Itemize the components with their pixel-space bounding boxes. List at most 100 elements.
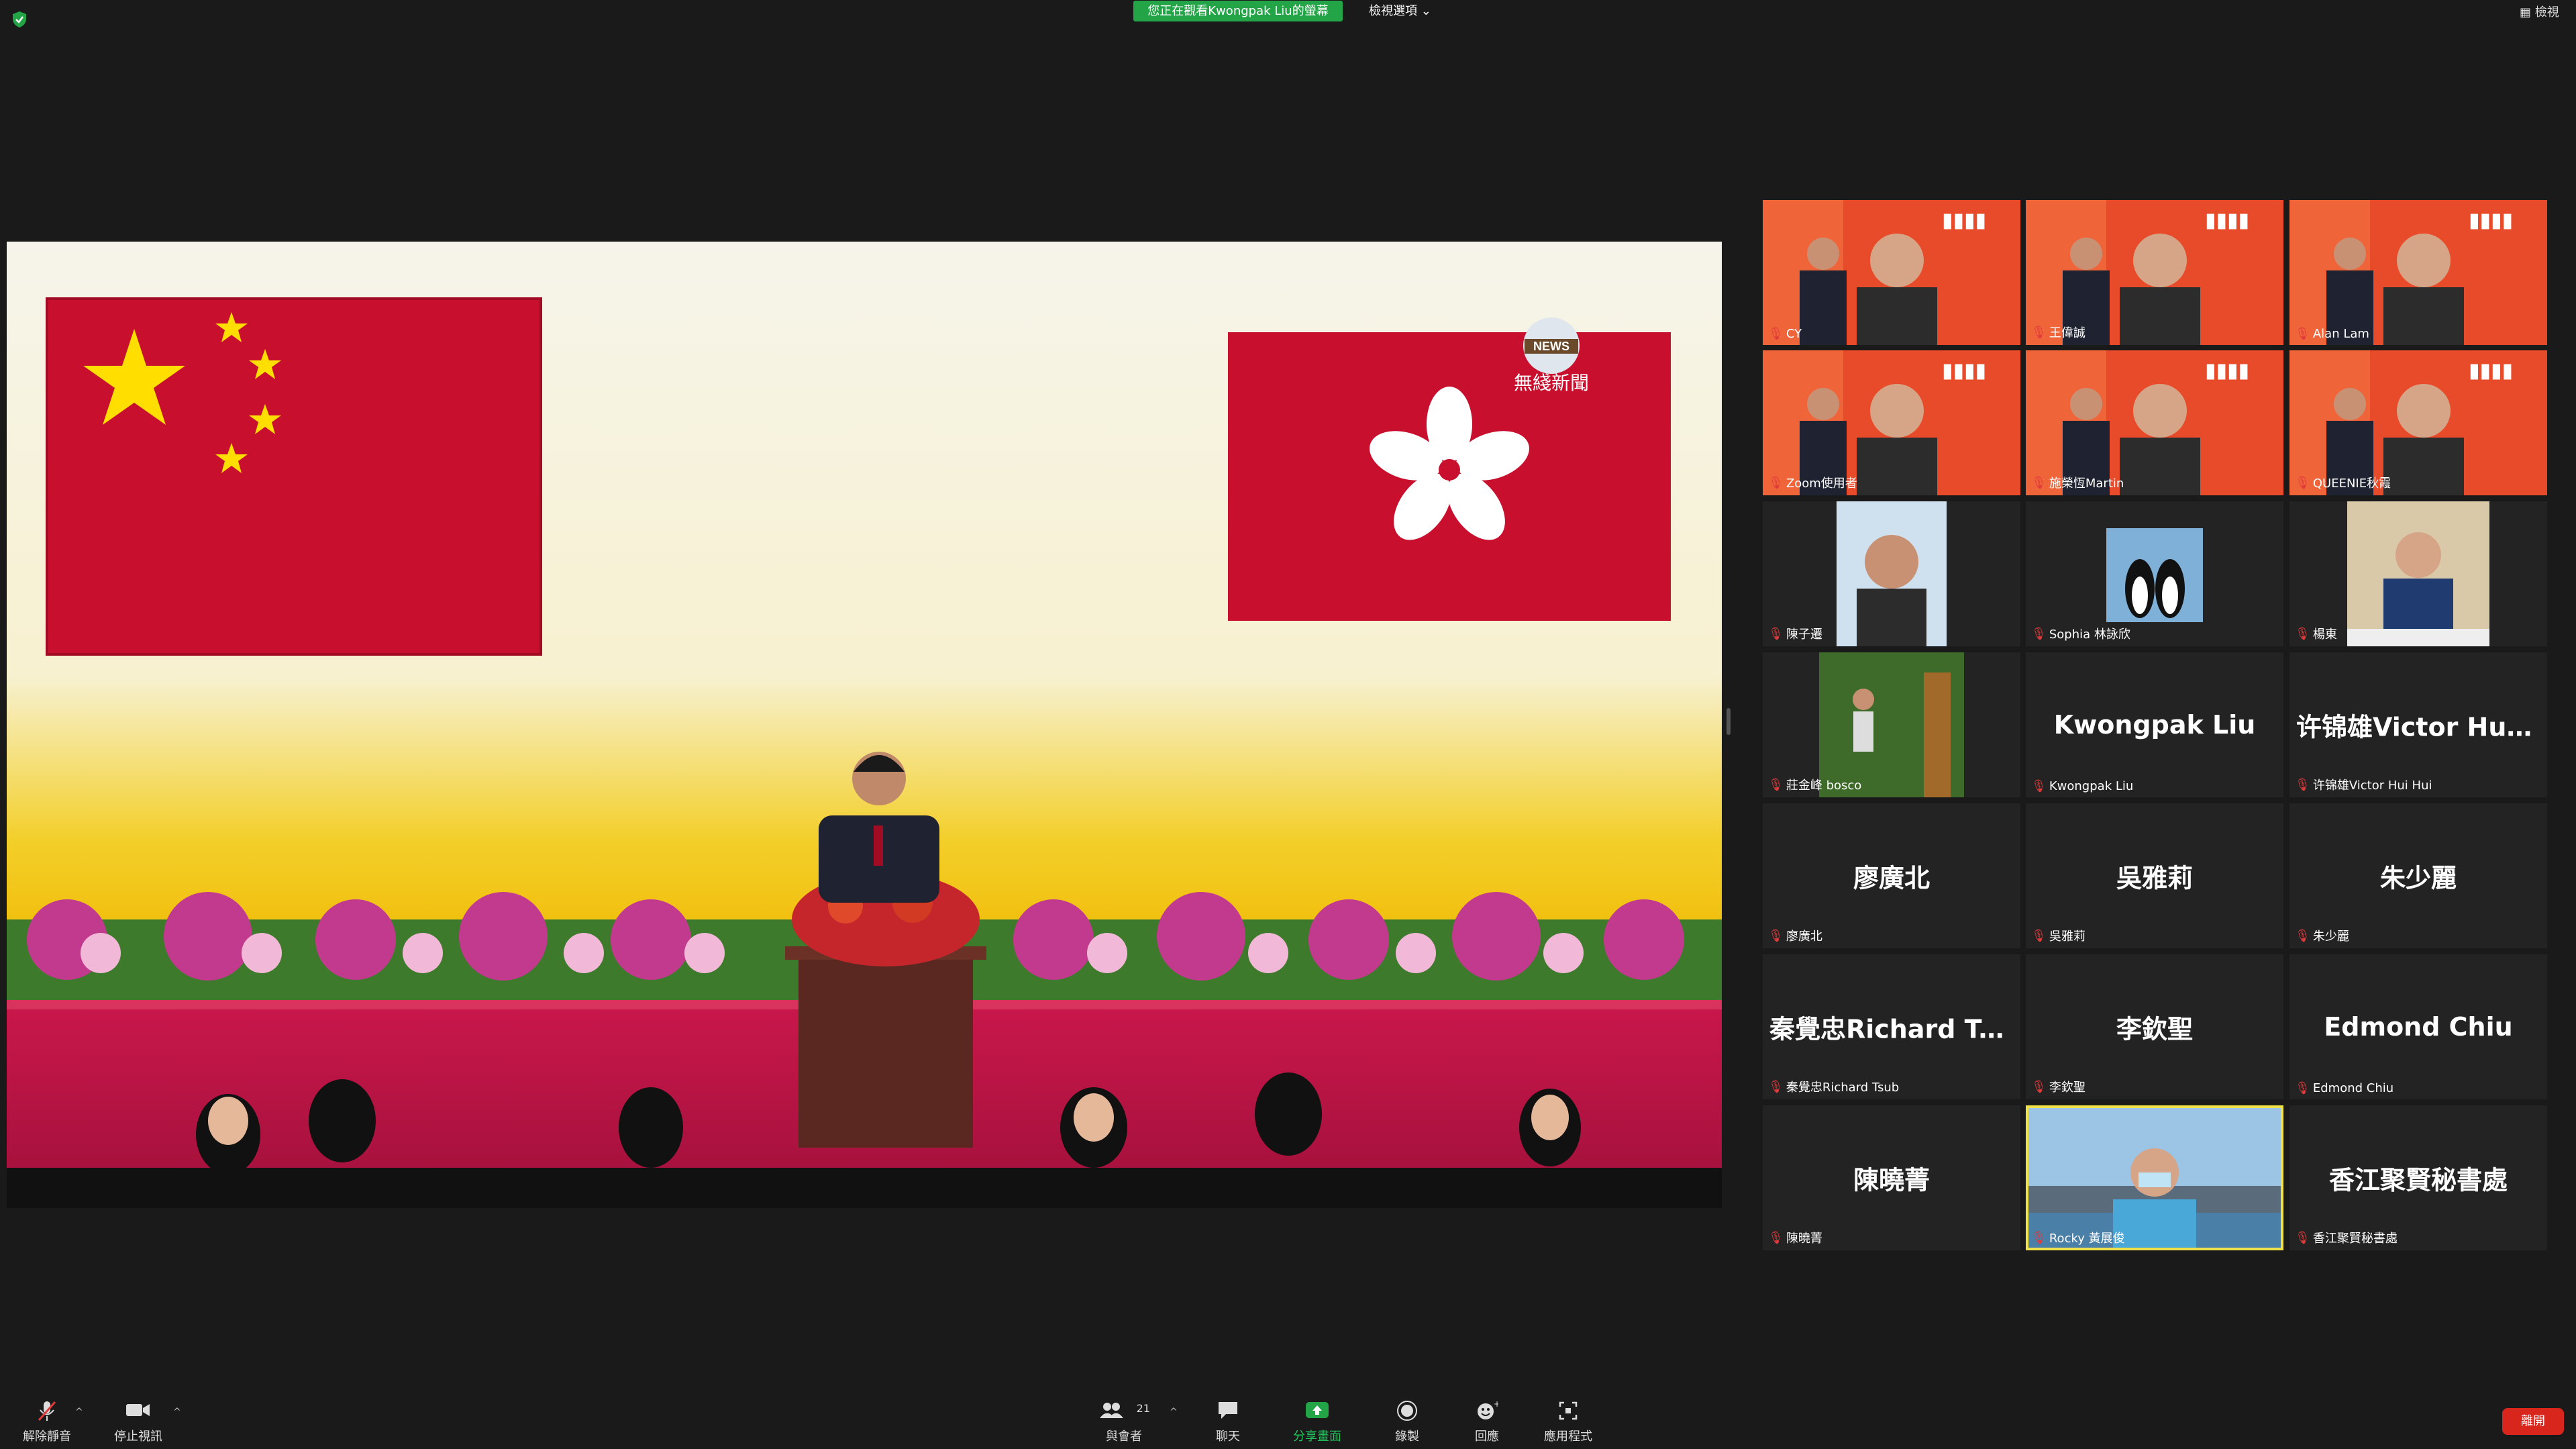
panel-resize-handle[interactable] [1727,708,1731,735]
participant-display-name: Edmond Chiu [2324,1012,2513,1042]
participant-name-label: 🎙 王偉誠 [2031,323,2085,341]
participant-name-text: Rocky 黃展俊 [2049,1232,2125,1246]
share-screen-button[interactable]: 分享畫面 [1287,1400,1347,1444]
participant-tile[interactable]: ▮▮▮▮ 🎙 Zoom使用者 [1763,350,2020,495]
news-logo-text: NEWS [1533,340,1569,353]
svg-text:▮▮▮▮: ▮▮▮▮ [2469,209,2513,232]
participant-name-text: 陳曉菁 [1786,1232,1822,1246]
participant-video: ▮▮▮▮ [1763,200,2020,345]
participant-tile[interactable]: 🎙 陳子遷 [1763,501,2020,646]
participant-name-label: 🎙 Alan Lam [2295,327,2369,341]
participant-name-label: 🎙 Kwongpak Liu [2031,779,2133,793]
participant-name-text: Edmond Chiu [2312,1081,2394,1095]
participant-tile[interactable]: 吳雅莉 🎙 吳雅莉 [2026,803,2283,948]
participant-tile[interactable]: 朱少麗 🎙 朱少麗 [2289,803,2547,948]
muted-mic-icon: 🎙 [1768,928,1784,943]
view-button-label: 檢視 [2534,5,2559,19]
participant-name-text: 王偉誠 [2049,326,2085,340]
participant-tile[interactable]: 李欽聖 🎙 李欽聖 [2026,954,2283,1099]
leave-meeting-button[interactable]: 離開 [2502,1408,2564,1435]
video-options-caret[interactable]: ^ [173,1407,181,1417]
participant-tile[interactable]: ▮▮▮▮ 🎙 Alan Lam [2289,200,2547,345]
participant-tile[interactable]: 🎙 莊金峰 bosco [1763,652,2020,797]
audio-options-caret[interactable]: ^ [75,1407,83,1417]
participant-name-label: 🎙 CY [1768,327,1802,341]
participant-display-name: 陳曉菁 [1853,1165,1930,1195]
record-icon [1380,1400,1434,1427]
unmute-label: 解除靜音 [23,1430,71,1444]
unmute-button[interactable]: 解除靜音 [19,1400,75,1444]
participant-name-text: 秦覺忠Richard Tsub [1786,1081,1900,1095]
participant-name-text: Alan Lam [2312,327,2369,341]
shared-screen-video: NEWS 無綫新聞 [7,242,1722,1208]
apps-button[interactable]: 應用程式 [1535,1400,1602,1444]
shared-screen: NEWS 無綫新聞 [7,242,1722,1208]
participant-tile[interactable]: 许锦雄Victor Hui... 🎙 许锦雄Victor Hui Hui [2289,652,2547,797]
participant-tile[interactable]: 🎙 Sophia 林詠欣 [2026,501,2283,646]
participant-name-text: 施榮恆Martin [2049,477,2124,491]
participant-name-text: Sophia 林詠欣 [2049,628,2130,642]
chat-label: 聊天 [1216,1430,1240,1444]
participant-tile[interactable]: 🎙 楊東 [2289,501,2547,646]
muted-mic-icon: 🎙 [2295,475,2310,490]
reactions-button[interactable]: + 回應 [1460,1399,1514,1444]
chat-button[interactable]: 聊天 [1201,1400,1255,1444]
participant-name-label: 🎙 香江聚賢秘書處 [2295,1229,2398,1246]
participant-tile[interactable]: 廖廣北 🎙 廖廣北 [1763,803,2020,948]
participant-tile[interactable]: 陳曉菁 🎙 陳曉菁 [1763,1105,2020,1250]
participant-name-label: 🎙 秦覺忠Richard Tsub [1768,1078,1899,1095]
participant-name-text: 李欽聖 [2049,1081,2085,1095]
participants-label: 與會者 [1106,1430,1142,1444]
participant-name-text: Zoom使用者 [1786,477,1857,491]
security-shield-icon[interactable] [12,11,27,28]
top-bar: 您正在觀看Kwongpak Liu的螢幕 檢視選項 ⌄ ▦ 檢視 [0,0,2576,28]
muted-mic-icon: 🎙 [2295,1081,2310,1095]
view-button[interactable]: ▦ 檢視 [2520,4,2559,21]
participant-name-text: Kwongpak Liu [2049,779,2134,793]
participant-name-label: 🎙 廖廣北 [1768,927,1822,944]
participants-options-caret[interactable]: ^ [1170,1407,1178,1417]
stop-video-button[interactable]: 停止視訊 [110,1400,166,1444]
participant-tile[interactable]: 🎙 Rocky 黃展俊 [2026,1105,2283,1250]
participant-name-text: 陳子遷 [1786,628,1822,642]
participant-display-name: 朱少麗 [2379,863,2457,893]
participant-tile[interactable]: ▮▮▮▮ 🎙 王偉誠 [2026,200,2283,345]
participant-name-label: 🎙 陳曉菁 [1768,1229,1822,1246]
participant-tile[interactable]: Edmond Chiu 🎙 Edmond Chiu [2289,954,2547,1099]
muted-mic-icon: 🎙 [1768,327,1784,341]
participant-tile[interactable]: ▮▮▮▮ 🎙 QUEENIE秋霞 [2289,350,2547,495]
reactions-label: 回應 [1475,1430,1499,1444]
grid-view-icon: ▦ [2520,5,2535,19]
participant-display-name: 李欽聖 [2116,1014,2193,1044]
muted-mic-icon: 🎙 [2295,777,2310,792]
svg-text:▮▮▮▮: ▮▮▮▮ [1942,209,1986,232]
participant-video: ▮▮▮▮ [2289,200,2547,345]
svg-text:▮▮▮▮: ▮▮▮▮ [2205,359,2249,383]
participant-display-name: 廖廣北 [1853,863,1930,893]
participant-name-label: 🎙 吳雅莉 [2031,927,2085,944]
participants-icon: 21 [1097,1400,1151,1427]
participant-display-name: 许锦雄Victor Hui... [2296,712,2544,742]
participant-name-text: 朱少麗 [2312,930,2349,944]
svg-text:▮▮▮▮: ▮▮▮▮ [2469,359,2513,383]
participant-tile[interactable]: 香江聚賢秘書處 🎙 香江聚賢秘書處 [2289,1105,2547,1250]
participant-name-label: 🎙 施榮恆Martin [2031,474,2124,491]
participant-tile[interactable]: 秦覺忠Richard Ts... 🎙 秦覺忠Richard Tsub [1763,954,2020,1099]
share-screen-icon [1287,1400,1347,1427]
news-channel-text: 無綫新聞 [1514,372,1589,394]
participants-button[interactable]: 21 與會者 [1097,1400,1151,1444]
muted-mic-icon: 🎙 [2031,475,2047,490]
muted-mic-icon: 🎙 [2295,928,2310,943]
participant-tile[interactable]: ▮▮▮▮ 🎙 施榮恆Martin [2026,350,2283,495]
participant-tile[interactable]: ▮▮▮▮ 🎙 CY [1763,200,2020,345]
participant-name-label: 🎙 Rocky 黃展俊 [2031,1229,2125,1246]
record-button[interactable]: 錄製 [1380,1400,1434,1444]
muted-mic-icon: 🎙 [1768,626,1784,641]
video-camera-icon [110,1400,166,1427]
view-options-dropdown[interactable]: 檢視選項 ⌄ [1369,1,1431,21]
record-label: 錄製 [1395,1430,1419,1444]
participant-name-text: 许锦雄Victor Hui Hui [2312,779,2432,793]
participant-name-text: 吳雅莉 [2049,930,2085,944]
muted-mic-icon: 🎙 [2031,1079,2047,1094]
participant-tile[interactable]: Kwongpak Liu 🎙 Kwongpak Liu [2026,652,2283,797]
